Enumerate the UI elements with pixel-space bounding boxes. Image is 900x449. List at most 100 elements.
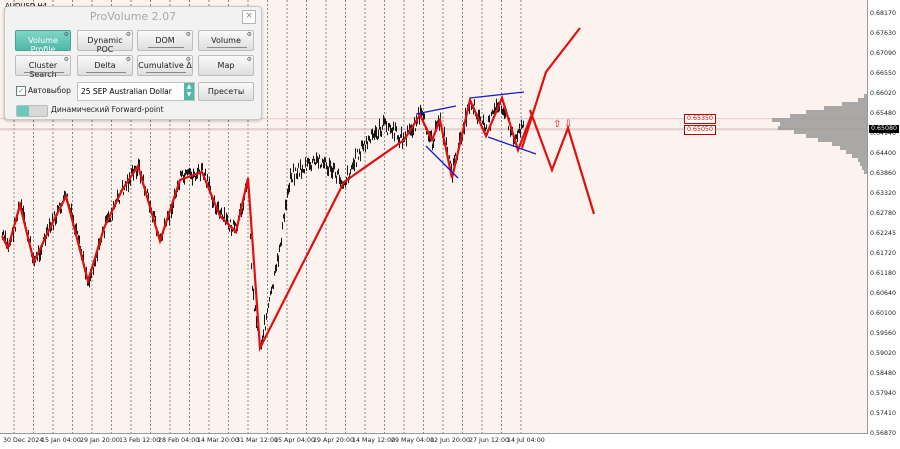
gear-icon[interactable]: ⚙ [247,31,252,38]
cluster-search-button[interactable]: ⚙ Cluster Search [15,55,71,79]
price-tick-label: 0.68170 [870,10,897,17]
button-label: Cluster Search [28,61,58,79]
volume-profile-bar [806,110,867,114]
level-tag-lower: 0.65050 [684,125,717,135]
volume-profile-bar [806,134,867,138]
price-tick-label: 0.67630 [870,30,897,37]
time-tick-label: 15 Apr 04:00 [274,437,316,444]
price-tick-label: 0.66550 [870,70,897,77]
channel-line [487,136,537,155]
forward-point-label: Динамический Forward-point [51,105,164,114]
chevron-updown-icon[interactable]: ▲ ▼ [184,83,194,100]
button-label: Volume [211,36,241,45]
time-tick-label: 28 Feb 04:00 [158,437,200,444]
time-tick-label: 14 Mar 20:00 [197,437,240,444]
price-tick-label: 0.63860 [870,170,897,177]
level-tag-upper: 0.65350 [684,114,717,124]
volume-profile-bar [840,146,867,150]
volume-profile-bar [818,138,867,142]
contract-select-value: 25 SEP Australian Dollar [81,87,172,96]
volume-profile-bar [852,154,867,158]
volume-profile-bar [824,106,867,110]
volume-profile-bar [858,98,867,102]
price-tick-label: 0.62780 [870,210,897,217]
price-tick-label: 0.67090 [870,50,897,57]
forecast-down-line [528,109,596,215]
channel-line [415,105,457,115]
button-label: Dynamic POC [87,36,123,54]
price-tick-label: 0.56870 [870,430,897,437]
provolume-panel[interactable]: ProVolume 2.07 × ⚙ Volume Profile ⚙ Dyna… [4,6,262,120]
time-tick-label: 31 Mar 12:00 [236,437,279,444]
price-tick-label: 0.58480 [870,370,897,377]
volume-profile-bar [860,162,867,166]
time-axis: 30 Dec 2024 15 Jan 04:00 29 Jan 20:00 13 Fe… [0,434,868,449]
volume-button[interactable]: ⚙ Volume [198,30,254,51]
time-tick-label: 30 Dec 2024 [3,437,44,444]
price-tick-label: 0.64400 [870,150,897,157]
button-label: Cumulative Δ [138,61,192,70]
dynamic-poc-button[interactable]: ⚙ Dynamic POC [77,30,133,54]
volume-profile-bar [846,150,867,154]
volume-profile-button[interactable]: ⚙ Volume Profile [15,30,71,54]
time-tick-label: 29 May 04:00 [391,437,435,444]
time-tick-label: 15 Jan 04:00 [41,437,81,444]
auto-select-label: Автовыбор [28,86,71,95]
map-button[interactable]: ⚙ Map [198,55,254,76]
down-arrow-icon: ⇩ [564,119,572,130]
volume-profile-bar [772,118,867,122]
up-arrow-icon: ⇧ [553,119,561,130]
zigzag-line [1,94,534,353]
volume-profile-bar [842,102,867,106]
price-tick-label: 0.60640 [870,290,897,297]
time-tick-label: 27 Jun 12:00 [469,437,510,444]
cumulative-delta-button[interactable]: ⚙ Cumulative Δ [137,55,193,76]
button-label: Map [217,61,235,70]
current-price-badge: 0.65080 [869,124,899,133]
time-tick-label: 29 Apr 20:00 [313,437,355,444]
time-tick-label: 14 May 12:00 [352,437,396,444]
price-tick-label: 0.61180 [870,270,897,277]
volume-profile-bar [778,126,867,130]
volume-profile-bar [794,130,867,134]
volume-profile-bar [832,142,867,146]
volume-profile-bar [780,122,867,126]
gear-icon[interactable]: ⚙ [126,56,131,63]
gear-icon[interactable]: ⚙ [186,56,191,63]
price-tick-label: 0.61720 [870,250,897,257]
price-axis: 0.68170 0.67630 0.67090 0.66550 0.66020 0.654… [868,0,900,437]
price-tick-label: 0.59560 [870,330,897,337]
time-tick-label: 14 Jul 04:00 [507,437,545,444]
price-tick-label: 0.63320 [870,190,897,197]
price-tick-label: 0.66020 [870,90,897,97]
button-label: DOM [155,36,175,45]
button-label: Пресеты [207,87,245,96]
dom-button[interactable]: ⚙ DOM [137,30,193,51]
price-tick-label: 0.65480 [870,110,897,117]
checkbox-check-icon[interactable]: ✓ [16,86,26,96]
gear-icon[interactable]: ⚙ [126,31,131,38]
delta-button[interactable]: ⚙ Delta [77,55,133,76]
contract-select[interactable]: 25 SEP Australian Dollar ▲ ▼ [77,82,195,101]
volume-profile-bar [858,158,867,162]
auto-select-checkbox[interactable]: ✓ Автовыбор [16,86,71,96]
time-tick-label: 12 Jun 20:00 [430,437,471,444]
price-tick-label: 0.60100 [870,310,897,317]
time-tick-label: 13 Feb 12:00 [119,437,161,444]
close-icon[interactable]: × [242,10,256,24]
gear-icon[interactable]: ⚙ [247,56,252,63]
volume-profile-bar [790,114,867,118]
button-label: Delta [94,61,116,70]
presets-button[interactable]: Пресеты [198,82,254,101]
price-tick-label: 0.59020 [870,350,897,357]
gear-icon[interactable]: ⚙ [186,31,191,38]
button-label: Volume Profile [28,36,58,54]
price-tick-label: 0.62245 [870,230,897,237]
price-tick-label: 0.57410 [870,410,897,417]
time-tick-label: 29 Jan 20:00 [80,437,120,444]
forward-point-toggle[interactable] [16,105,48,117]
channel-line [469,91,525,99]
gear-icon[interactable]: ⚙ [64,56,69,63]
price-tick-label: 0.57940 [870,390,897,397]
gear-icon[interactable]: ⚙ [64,31,69,38]
